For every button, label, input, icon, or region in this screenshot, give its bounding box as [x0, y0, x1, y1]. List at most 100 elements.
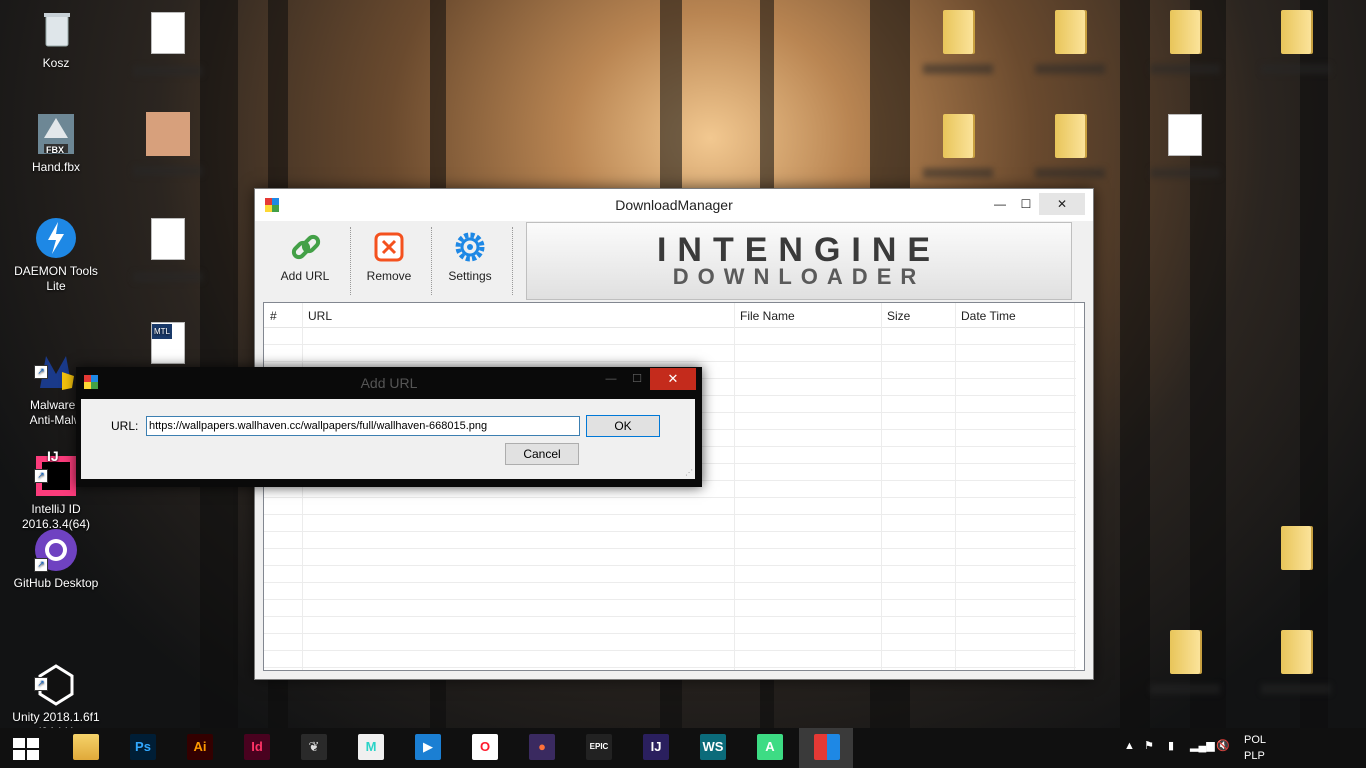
shortcut-arrow-icon: ↗ — [34, 469, 48, 483]
add-url-button[interactable]: Add URL — [265, 223, 345, 299]
blurred-label — [1150, 684, 1220, 694]
taskbar-android-studio[interactable]: A — [742, 728, 796, 768]
language-indicator[interactable]: POL — [1244, 734, 1266, 746]
desktop-icon-image-file-2[interactable] — [120, 216, 216, 286]
grid-row-line — [264, 633, 1076, 634]
folder-icon — [1163, 10, 1207, 54]
ok-button[interactable]: OK — [586, 415, 660, 437]
desktop-icon-daemon-tools[interactable]: DAEMON Tools Lite — [8, 216, 104, 294]
taskbar-intellij[interactable]: IJ — [628, 728, 682, 768]
taskbar-opera[interactable]: O — [457, 728, 511, 768]
remove-button[interactable]: Remove — [349, 223, 429, 299]
intellij-badge: IJ — [47, 448, 59, 464]
taskbar-app-feather[interactable]: ❦ — [286, 728, 340, 768]
gear-icon — [455, 232, 485, 262]
desktop-folder-3[interactable] — [1137, 8, 1233, 78]
taskbar-firefox[interactable]: ● — [514, 728, 568, 768]
desktop-folder-7[interactable] — [1248, 524, 1344, 574]
taskbar-maya[interactable]: M — [343, 728, 397, 768]
desktop-text-file[interactable] — [1137, 112, 1233, 182]
fbx-badge: FBX — [46, 145, 64, 155]
flag-icon[interactable]: ⚑ — [1144, 739, 1154, 752]
grid-row-line — [264, 667, 1076, 668]
start-button[interactable] — [0, 728, 52, 768]
grid-row-line — [264, 361, 1076, 362]
column-header-index[interactable]: # — [270, 309, 277, 323]
battery-icon[interactable]: ▮ — [1168, 739, 1174, 752]
url-label: URL: — [111, 419, 139, 433]
dialog-close-button[interactable]: ✕ — [650, 368, 696, 390]
folder-icon — [936, 10, 980, 54]
desktop-icon-hand-fbx[interactable]: FBX Hand.fbx — [8, 112, 104, 175]
taskbar-indesign[interactable]: Id — [229, 728, 283, 768]
close-button[interactable]: ✕ — [1039, 193, 1085, 215]
grid-header: # URL File Name Size Date Time — [264, 303, 1084, 328]
taskbar-epic-games[interactable]: EPIC — [571, 728, 625, 768]
taskbar-photoshop[interactable]: Ps — [115, 728, 169, 768]
blurred-label — [133, 66, 203, 76]
taskbar-file-explorer[interactable] — [58, 728, 112, 768]
shortcut-arrow-icon: ↗ — [34, 365, 48, 379]
settings-button[interactable]: Settings — [430, 223, 510, 299]
dialog-maximize-button[interactable]: ☐ — [622, 369, 652, 389]
resize-grip-icon[interactable]: ⋰ — [685, 468, 693, 477]
folder-icon — [1048, 114, 1092, 158]
epic-games-icon: EPIC — [586, 734, 612, 760]
column-header-size[interactable]: Size — [887, 309, 910, 323]
text-file-icon — [1163, 114, 1207, 158]
desktop-folder-4[interactable] — [1248, 8, 1344, 78]
desktop-folder-8[interactable] — [1137, 628, 1233, 698]
desktop-icon-recycle-bin[interactable]: Kosz — [8, 8, 104, 71]
chevron-up-icon[interactable]: ▲ — [1124, 740, 1135, 752]
column-header-date-time[interactable]: Date Time — [961, 309, 1016, 323]
desktop-icon-skin-swatch[interactable] — [120, 112, 216, 180]
taskbar-illustrator[interactable]: Ai — [172, 728, 226, 768]
column-header-url[interactable]: URL — [308, 309, 332, 323]
grid-row-line — [264, 616, 1076, 617]
cancel-button[interactable]: Cancel — [505, 443, 579, 465]
taskbar-download-manager[interactable] — [799, 728, 853, 768]
desktop-icon-label: DAEMON Tools Lite — [14, 264, 98, 293]
grid-column-line — [881, 303, 882, 670]
malwarebytes-icon: ↗ — [34, 335, 78, 390]
unity-icon: ↗ — [34, 647, 78, 706]
taskbar-webstorm[interactable]: WS — [685, 728, 739, 768]
blurred-label — [1035, 64, 1105, 74]
blurred-label — [133, 272, 203, 282]
grid-column-line — [1074, 303, 1075, 670]
firefox-icon: ● — [529, 734, 555, 760]
grid-column-line — [734, 303, 735, 670]
title-bar[interactable]: DownloadManager — ☐ ✕ — [255, 189, 1093, 221]
app-feather-icon: ❦ — [301, 734, 327, 760]
dialog-body: URL: https://wallpapers.wallhaven.cc/wal… — [81, 399, 695, 479]
link-icon — [291, 234, 321, 260]
blurred-label — [923, 64, 993, 74]
desktop-icon-label: GitHub Desktop — [13, 576, 99, 590]
desktop-icon-github-desktop[interactable]: ↗ GitHub Desktop — [8, 528, 104, 591]
muted-speaker-icon[interactable]: 🔇 — [1216, 739, 1230, 752]
fbx-file-icon: FBX — [34, 112, 78, 156]
desktop-icon-image-file[interactable] — [120, 10, 216, 80]
folder-icon — [936, 114, 980, 158]
blurred-label — [1261, 64, 1331, 74]
desktop-folder-6[interactable] — [1022, 112, 1118, 182]
desktop-folder-2[interactable] — [1022, 8, 1118, 78]
network-icon[interactable]: ▂▄▆ — [1190, 739, 1215, 752]
desktop-folder-9[interactable] — [1248, 628, 1344, 698]
toolbar-separator — [512, 227, 514, 295]
url-input[interactable]: https://wallpapers.wallhaven.cc/wallpape… — [146, 416, 580, 436]
add-url-label: Add URL — [280, 269, 330, 283]
remove-x-icon — [374, 232, 404, 262]
column-header-file-name[interactable]: File Name — [740, 309, 795, 323]
image-file-icon — [146, 218, 190, 262]
folder-icon — [1274, 526, 1318, 570]
desktop-folder-1[interactable] — [910, 8, 1006, 78]
keyboard-layout[interactable]: PLP — [1244, 750, 1265, 762]
desktop-folder-5[interactable] — [910, 112, 1006, 182]
intellij-icon: IJ ↗ — [34, 439, 78, 496]
blurred-label — [133, 166, 203, 176]
daemon-tools-icon — [34, 216, 78, 260]
remove-label: Remove — [366, 269, 412, 283]
taskbar-media-player[interactable]: ▶ — [400, 728, 454, 768]
desktop-icon-mtl-file[interactable]: MTL — [120, 320, 216, 370]
